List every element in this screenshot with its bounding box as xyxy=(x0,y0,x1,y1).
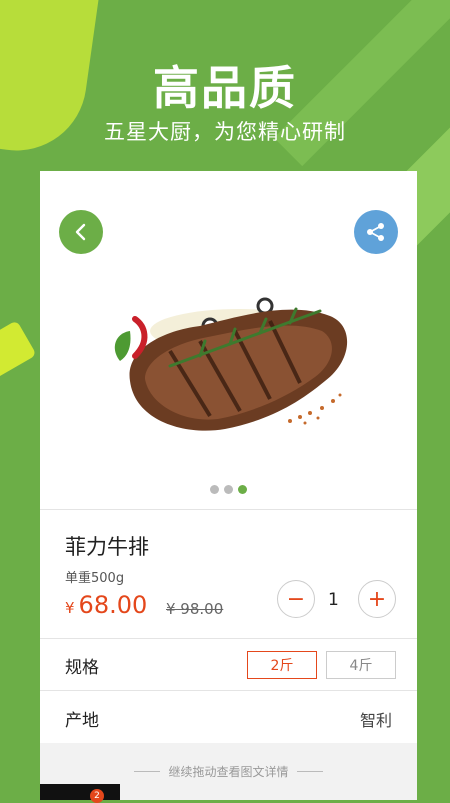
increase-quantity-button[interactable]: + xyxy=(358,580,396,618)
product-card: 菲力牛排 单重500g ¥ 68.00 ¥ 98.00 − 1 + 规格 2斤 … xyxy=(40,171,417,800)
share-icon xyxy=(367,223,384,241)
carousel-dot-active[interactable] xyxy=(238,485,247,494)
carousel-dot[interactable] xyxy=(224,485,233,494)
promo-subline: 五星大厨，为您精心研制 xyxy=(104,120,346,144)
origin-value: 智利 xyxy=(359,711,392,730)
spec-option-4jin[interactable]: 4斤 xyxy=(326,651,396,679)
currency-symbol: ¥ xyxy=(65,599,75,617)
original-price: ¥ 98.00 xyxy=(166,600,224,618)
carousel-indicator xyxy=(40,485,417,494)
chevron-left-icon xyxy=(75,223,86,241)
divider xyxy=(40,638,417,639)
share-button[interactable] xyxy=(354,210,398,254)
decor-shape-yellow xyxy=(0,320,37,380)
decrease-quantity-button[interactable]: − xyxy=(277,580,315,618)
promo-headline: 高品质 xyxy=(153,61,297,115)
cart-badge: 2 xyxy=(90,789,104,803)
spec-label: 规格 xyxy=(65,658,99,678)
back-button[interactable] xyxy=(59,210,103,254)
product-image xyxy=(90,271,380,461)
spec-option-2jin[interactable]: 2斤 xyxy=(247,651,317,679)
product-price: ¥ 68.00 xyxy=(65,591,147,619)
divider xyxy=(296,771,323,772)
divider xyxy=(40,509,417,510)
quantity-value: 1 xyxy=(328,590,339,610)
origin-label: 产地 xyxy=(65,711,99,731)
product-weight: 单重500g xyxy=(65,571,125,586)
product-name: 菲力牛排 xyxy=(65,535,149,559)
divider xyxy=(40,690,417,691)
bottom-bar[interactable] xyxy=(40,784,120,800)
price-value: 68.00 xyxy=(78,591,148,619)
hint-text: 继续拖动查看图文详情 xyxy=(168,765,289,779)
carousel-dot[interactable] xyxy=(210,485,219,494)
divider xyxy=(134,771,161,772)
